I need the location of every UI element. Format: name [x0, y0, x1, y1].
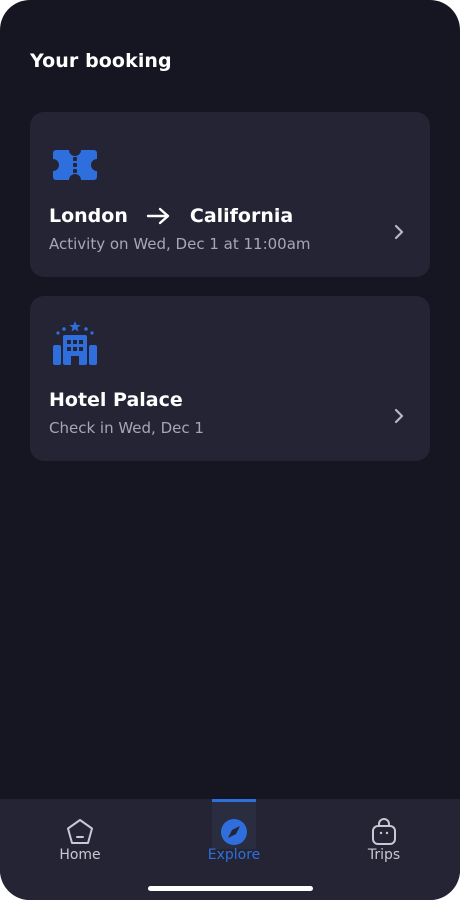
booking-title: Hotel Palace — [49, 389, 183, 411]
arrow-right-icon — [146, 207, 170, 225]
tab-label: Home — [59, 847, 101, 863]
chevron-right-icon — [394, 224, 404, 240]
home-indicator-bar — [148, 886, 313, 891]
page-title: Your booking — [30, 50, 172, 72]
chevron-right-icon — [394, 408, 404, 424]
booking-subtitle: Activity on Wed, Dec 1 at 11:00am — [49, 235, 311, 253]
home-icon — [67, 819, 93, 844]
route-origin: London — [49, 205, 128, 227]
booking-card-activity[interactable]: London California Activity on Wed, Dec 1… — [30, 112, 430, 277]
tab-home[interactable]: Home — [25, 799, 135, 900]
app-screen: Your booking London California Activity … — [0, 0, 460, 900]
tab-trips[interactable]: Trips — [329, 799, 439, 900]
bottom-tab-bar: Home Explore Trips — [0, 799, 460, 900]
booking-card-hotel[interactable]: Hotel Palace Check in Wed, Dec 1 — [30, 296, 430, 461]
tab-label: Trips — [367, 847, 401, 863]
ticket-icon — [53, 150, 97, 180]
tab-label: Explore — [207, 847, 261, 863]
booking-subtitle: Check in Wed, Dec 1 — [49, 419, 204, 437]
compass-icon — [221, 819, 247, 845]
route: London California — [49, 205, 293, 227]
tab-explore[interactable]: Explore — [179, 799, 289, 900]
bag-icon — [372, 818, 396, 845]
hotel-icon — [53, 321, 97, 365]
route-destination: California — [189, 205, 294, 227]
